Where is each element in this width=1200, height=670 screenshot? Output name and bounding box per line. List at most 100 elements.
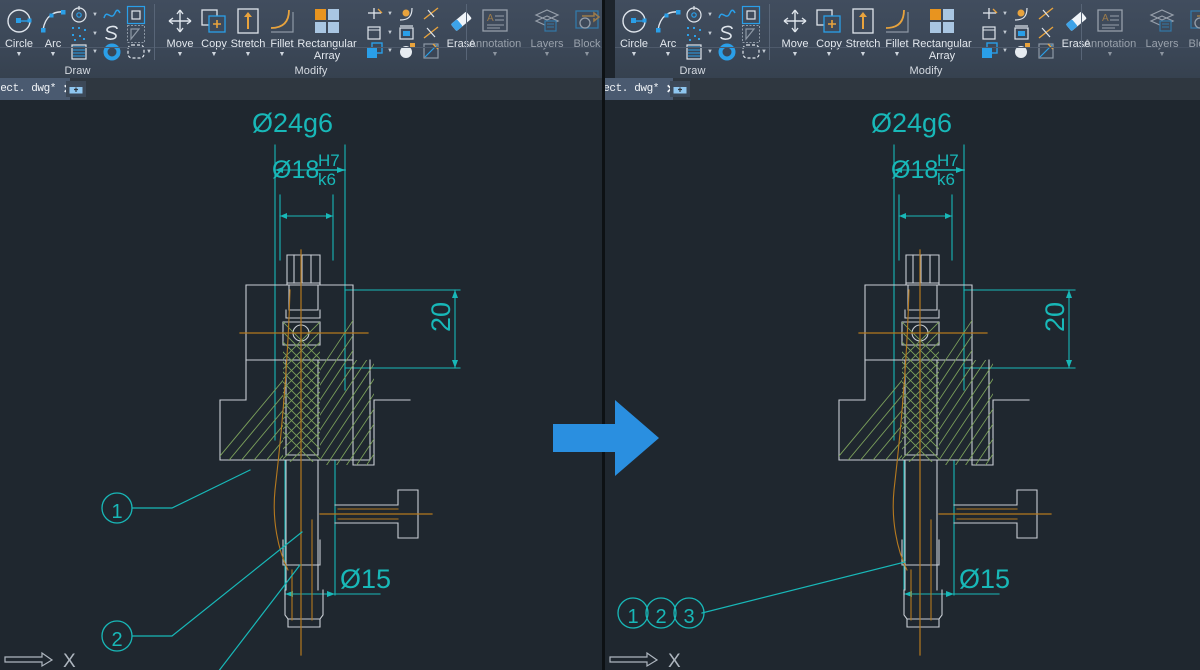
draw-more-caret-icon[interactable]: ▼ (146, 49, 152, 55)
new-tab-icon[interactable] (66, 81, 86, 97)
offset-icon[interactable] (980, 41, 1000, 61)
point-caret-icon[interactable]: ▼ (92, 31, 98, 37)
annotation-caret-icon[interactable]: ▼ (1080, 51, 1140, 58)
edit-poly-icon[interactable] (1036, 41, 1056, 61)
scale-icon[interactable] (365, 23, 385, 43)
panel-trailing-body: A Annotation ▼ Layers ▼ Block ▼ (467, 0, 605, 63)
dimension-20-text: 20 (426, 302, 456, 332)
trim-caret-icon[interactable]: ▼ (1002, 11, 1008, 17)
rotate-icon[interactable] (1012, 41, 1032, 61)
panel-draw-right-body: Circle ▼ Arc ▼ ▼ ▼ ▼ ▼ (615, 0, 770, 63)
center-mark-caret-icon[interactable]: ▼ (707, 12, 713, 18)
annotation-caret-icon[interactable]: ▼ (465, 51, 525, 58)
rectangular-array-icon (294, 4, 360, 38)
file-tab-bar-left: lect. dwg* ✕ (0, 78, 605, 100)
fillet-small-icon[interactable] (397, 4, 417, 24)
new-tab-icon[interactable] (670, 81, 690, 97)
region-icon[interactable] (125, 4, 146, 25)
offset-caret-icon[interactable]: ▼ (387, 48, 393, 54)
offset-icon[interactable] (365, 41, 385, 61)
wipeout-icon[interactable] (125, 23, 145, 43)
panel-draw-underline (0, 47, 155, 48)
annotation-icon: A (465, 4, 525, 38)
break-icon[interactable] (421, 4, 441, 24)
break-icon[interactable] (1036, 4, 1056, 24)
spline-icon[interactable] (717, 5, 737, 25)
dimension-dia18-tolerance-bottom: k6 (318, 170, 336, 189)
balloon-leaders-left (132, 469, 303, 670)
ucs-arrow-icon-right (609, 651, 659, 668)
center-mark-icon[interactable] (684, 5, 704, 25)
donut-icon[interactable] (717, 42, 737, 62)
hatch-caret-icon[interactable]: ▼ (707, 49, 713, 55)
rectangular-array-button-right-label: Rectangular Array (912, 38, 972, 62)
balloon-3-right: 3 (673, 597, 705, 629)
offset-caret-icon[interactable]: ▼ (1002, 48, 1008, 54)
region-icon[interactable] (740, 4, 761, 25)
layers-button-label: Layers (530, 38, 564, 50)
layers-caret-icon[interactable]: ▼ (525, 51, 569, 58)
array-small-icon[interactable] (1012, 23, 1032, 43)
annotation-button[interactable]: A Annotation ▼ (465, 4, 525, 58)
edit-poly-icon[interactable] (421, 41, 441, 61)
hatch-caret-icon[interactable]: ▼ (92, 49, 98, 55)
block-caret-icon[interactable]: ▼ (1180, 51, 1200, 58)
boundary-icon[interactable] (740, 41, 760, 61)
file-tab[interactable]: lect. dwg* ✕ (0, 78, 73, 100)
drawing-canvas-right[interactable]: Ø24g6 Ø18 H7 k6 20 Ø15 1 2 3 X (605, 100, 1200, 670)
annotation-button-label: Annotation (468, 38, 522, 50)
panel-trailing-right: A Annotation ▼ Layers ▼ Bl (1082, 0, 1200, 78)
layers-button-right[interactable]: Layers ▼ (1140, 4, 1184, 58)
annotation-button-right-label: Annotation (1083, 38, 1137, 50)
rectangular-array-button-right[interactable]: Rectangular Array (909, 4, 975, 62)
wipeout-icon[interactable] (740, 23, 760, 43)
scale-icon[interactable] (980, 23, 1000, 43)
annotation-button-right[interactable]: A Annotation ▼ (1080, 4, 1140, 58)
join-icon[interactable] (421, 23, 441, 43)
spline-icon[interactable] (102, 5, 122, 25)
balloon-2-left-label: 2 (111, 629, 122, 651)
fillet-small-icon[interactable] (1012, 4, 1032, 24)
scale-caret-icon[interactable]: ▼ (387, 30, 393, 36)
revcloud-icon[interactable] (717, 24, 737, 44)
block-button[interactable]: Block ▼ (565, 4, 605, 58)
svg-text:A: A (487, 13, 494, 24)
panel-draw: Circle ▼ Arc ▼ ▼ ▼ ▼ ▼ Draw (0, 0, 155, 78)
dimension-dia18-right-text: Ø18 (891, 156, 938, 184)
trim-icon[interactable] (365, 4, 385, 24)
center-mark-caret-icon[interactable]: ▼ (92, 12, 98, 18)
panel-trailing: A Annotation ▼ Layers ▼ Block ▼ (467, 0, 605, 78)
drawing-canvas-left[interactable]: Ø24g6 Ø18 H7 k6 20 Ø15 1 2 X (0, 100, 605, 670)
trim-icon[interactable] (980, 4, 1000, 24)
draw-more-caret-icon[interactable]: ▼ (761, 49, 767, 55)
boundary-icon[interactable] (125, 41, 145, 61)
array-small-icon[interactable] (397, 23, 417, 43)
panel-trailing-right-underline (1082, 47, 1200, 48)
rectangular-array-button[interactable]: Rectangular Array (294, 4, 360, 62)
point-icon[interactable] (69, 24, 89, 44)
file-tab-right[interactable]: lect. dwg* ✕ (605, 78, 676, 100)
balloon-2-right: 2 (645, 597, 677, 629)
revcloud-icon[interactable] (102, 24, 122, 44)
trim-caret-icon[interactable]: ▼ (387, 11, 393, 17)
donut-icon[interactable] (102, 42, 122, 62)
hatch-icon[interactable] (69, 42, 89, 62)
point-caret-icon[interactable]: ▼ (707, 31, 713, 37)
hatch-icon[interactable] (684, 42, 704, 62)
point-icon[interactable] (684, 24, 704, 44)
join-icon[interactable] (1036, 23, 1056, 43)
scale-caret-icon[interactable]: ▼ (1002, 30, 1008, 36)
screenshot-root: Circle ▼ Arc ▼ ▼ ▼ ▼ ▼ Draw Move ▼ Copy … (0, 0, 1200, 670)
panel-draw-title: Draw (64, 65, 91, 77)
rotate-icon[interactable] (397, 41, 417, 61)
dimension-dia18 (279, 194, 334, 261)
before-pane: Circle ▼ Arc ▼ ▼ ▼ ▼ ▼ Draw Move ▼ Copy … (0, 0, 605, 670)
layers-button[interactable]: Layers ▼ (525, 4, 569, 58)
center-mark-icon[interactable] (69, 5, 89, 25)
panel-trailing-underline (467, 47, 605, 48)
ribbon-left: Circle ▼ Arc ▼ ▼ ▼ ▼ ▼ Draw Move ▼ Copy … (0, 0, 605, 78)
layers-caret-icon[interactable]: ▼ (1140, 51, 1184, 58)
block-icon (565, 4, 605, 38)
block-caret-icon[interactable]: ▼ (565, 51, 605, 58)
block-button-right[interactable]: Block ▼ (1180, 4, 1200, 58)
